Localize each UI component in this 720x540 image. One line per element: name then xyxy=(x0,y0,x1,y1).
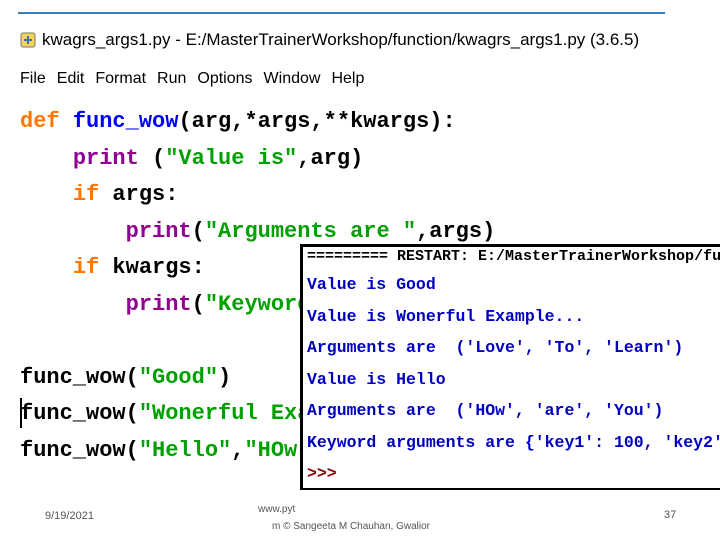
code-token: print xyxy=(125,291,192,317)
top-rule xyxy=(18,12,665,14)
menu-file[interactable]: File xyxy=(20,70,46,92)
shell-output-line: Value is Wonerful Example... xyxy=(307,306,585,326)
shell-output-window[interactable]: ========= RESTART: E:/MasterTrainerWorks… xyxy=(300,244,720,490)
menu-options[interactable]: Options xyxy=(197,70,252,92)
menu-run[interactable]: Run xyxy=(157,70,186,92)
code-token: ,args) xyxy=(416,218,496,244)
menu-edit[interactable]: Edit xyxy=(57,70,85,92)
code-token: ,arg) xyxy=(297,145,364,171)
code-token: "Arguments are " xyxy=(204,218,417,244)
shell-output-line: Arguments are ('HOw', 'are', 'You') xyxy=(307,401,664,420)
code-line: if args: xyxy=(20,177,495,214)
footer-credit-line2: m © Sangeeta M Chauhan, Gwalior xyxy=(272,521,431,532)
page-number: 37 xyxy=(664,509,677,521)
code-token: func_wow( xyxy=(20,364,139,390)
code-token: , xyxy=(231,437,245,463)
code-token: (arg,*args,**kwargs): xyxy=(178,109,456,134)
code-token: "Good" xyxy=(138,364,219,390)
code-token: def xyxy=(20,109,73,134)
code-token: "Hello" xyxy=(138,437,232,463)
window-title: kwagrs_args1.py - E:/MasterTrainerWorksh… xyxy=(42,30,640,49)
shell-output-line: Arguments are ('Love', 'To', 'Learn') xyxy=(307,338,684,357)
code-token: args: xyxy=(99,182,179,207)
menu-format[interactable]: Format xyxy=(95,70,146,92)
window-title-bar: kwagrs_args1.py - E:/MasterTrainerWorksh… xyxy=(20,28,639,52)
footer-credit-line1: www.pyt xyxy=(258,504,296,515)
shell-output-line: Keyword arguments are {'key1': 100, 'key… xyxy=(307,432,720,452)
menu-bar: File Edit Format Run Options Window Help xyxy=(20,70,375,92)
code-token: print xyxy=(72,145,139,171)
code-token: ( xyxy=(191,291,205,317)
code-token: ( xyxy=(138,145,166,171)
code-line: def func_wow(arg,*args,**kwargs): xyxy=(20,104,495,141)
code-token: kwargs: xyxy=(99,255,205,280)
code-token: ) xyxy=(218,364,232,390)
code-line: print ("Value is",arg) xyxy=(20,141,495,178)
menu-window[interactable]: Window xyxy=(264,70,321,92)
code-token: if xyxy=(72,182,100,207)
footer-date: 9/19/2021 xyxy=(45,510,94,522)
code-token: func_wow xyxy=(72,109,179,134)
python-file-icon xyxy=(20,32,36,48)
shell-output-line: Value is Hello xyxy=(307,369,446,389)
shell-prompt[interactable]: >>> xyxy=(303,458,720,488)
footer-credit: www.pyt m © Sangeeta M Chauhan, Gwalior xyxy=(258,501,430,535)
code-token: ( xyxy=(191,218,205,244)
menu-help[interactable]: Help xyxy=(331,70,364,92)
code-token: func_wow( xyxy=(20,401,139,426)
code-token: "Value is" xyxy=(165,145,298,171)
code-token: func_wow( xyxy=(20,437,139,463)
code-token: if xyxy=(72,255,100,280)
shell-restart-line: ========= RESTART: E:/MasterTrainerWorks… xyxy=(307,248,720,265)
shell-output-line: Value is Good xyxy=(307,275,436,294)
code-token: print xyxy=(125,218,192,244)
